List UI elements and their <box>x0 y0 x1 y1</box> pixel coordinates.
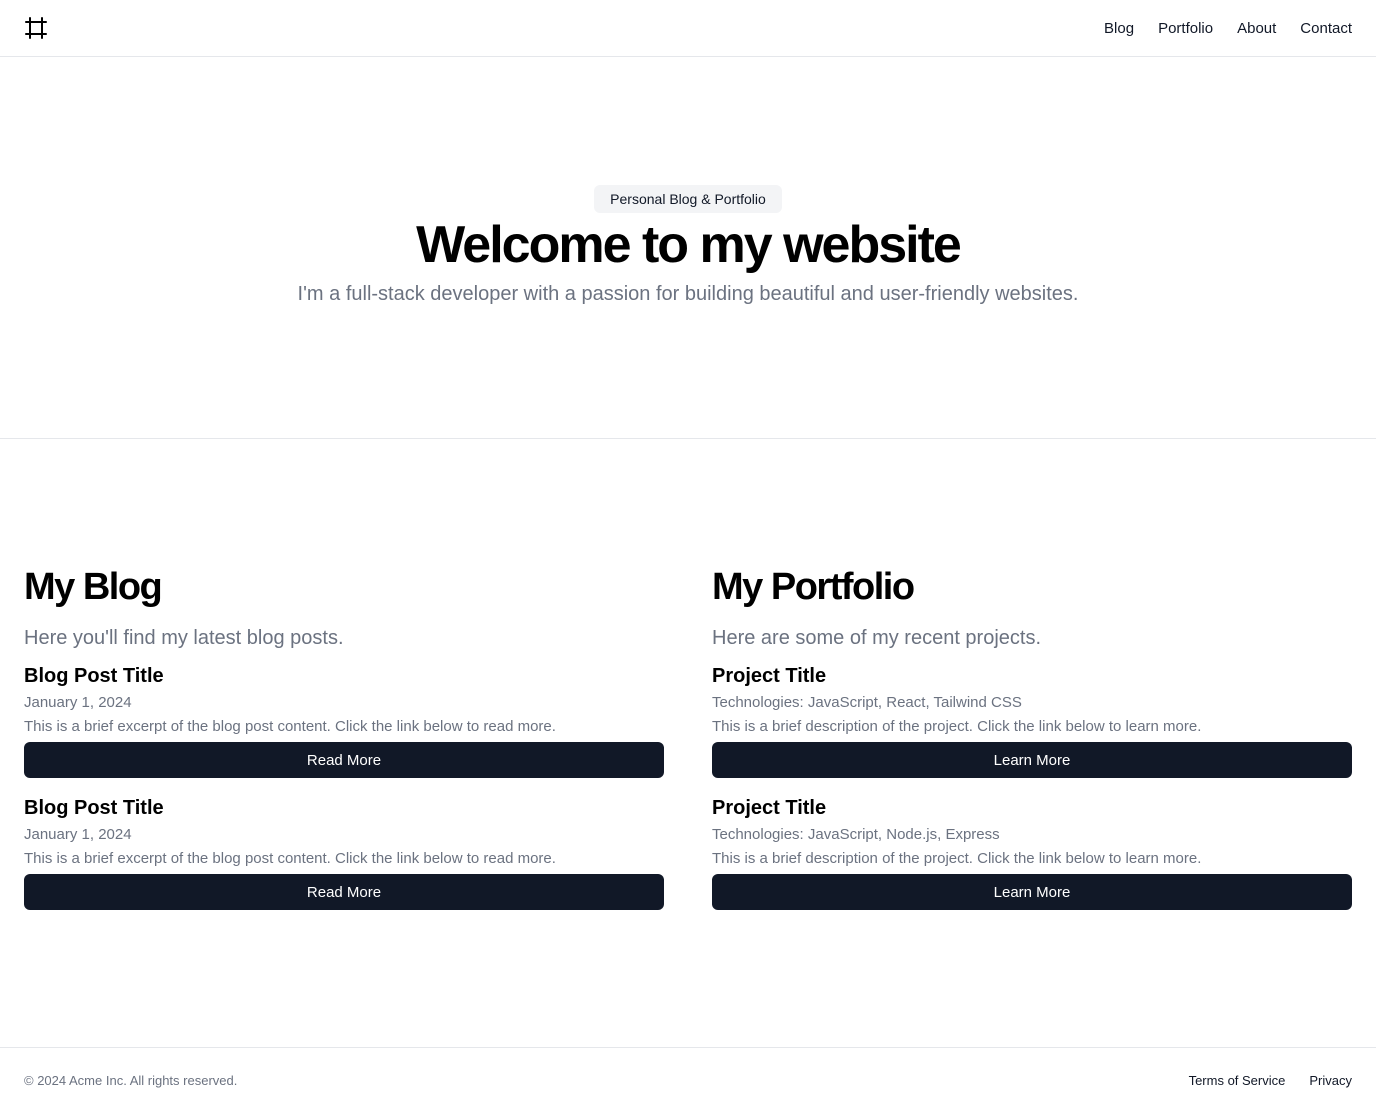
hero-subtitle: I'm a full-stack developer with a passio… <box>297 283 1079 305</box>
project-description: This is a brief description of the proje… <box>712 718 1202 735</box>
project-card: Project Title Technologies: JavaScript, … <box>712 793 1352 925</box>
footer-link-terms[interactable]: Terms of Service <box>1189 1072 1286 1090</box>
portfolio-section-subtitle: Here are some of my recent projects. <box>712 627 1042 649</box>
copyright-text: © 2024 Acme Inc. All rights reserved. <box>24 1073 238 1088</box>
portfolio-section-title: My Portfolio <box>712 566 915 608</box>
footer-nav: Terms of Service Privacy <box>1189 1072 1352 1090</box>
read-more-button[interactable]: Read More <box>24 874 664 910</box>
project-technologies: Technologies: JavaScript, React, Tailwin… <box>712 694 1022 711</box>
blog-post-excerpt: This is a brief excerpt of the blog post… <box>24 850 556 867</box>
learn-more-button[interactable]: Learn More <box>712 874 1352 910</box>
project-technologies: Technologies: JavaScript, Node.js, Expre… <box>712 826 1000 843</box>
footer-link-privacy[interactable]: Privacy <box>1309 1072 1352 1090</box>
project-card: Project Title Technologies: JavaScript, … <box>712 661 1352 793</box>
blog-post-card: Blog Post Title January 1, 2024 This is … <box>24 661 664 793</box>
learn-more-button[interactable]: Learn More <box>712 742 1352 778</box>
blog-section: My Blog Here you'll find my latest blog … <box>24 560 664 925</box>
nav-link-about[interactable]: About <box>1237 20 1276 37</box>
blog-post-list: Blog Post Title January 1, 2024 This is … <box>24 661 664 925</box>
read-more-button[interactable]: Read More <box>24 742 664 778</box>
blog-section-subtitle: Here you'll find my latest blog posts. <box>24 627 344 649</box>
main-nav: Blog Portfolio About Contact <box>1104 0 1352 56</box>
blog-post-date: January 1, 2024 <box>24 694 132 711</box>
frame-hash-icon <box>25 17 47 39</box>
blog-post-excerpt: This is a brief excerpt of the blog post… <box>24 718 556 735</box>
project-title: Project Title <box>712 665 827 687</box>
hero-badge: Personal Blog & Portfolio <box>594 185 782 213</box>
site-footer: © 2024 Acme Inc. All rights reserved. Te… <box>0 1047 1376 1112</box>
site-header: Blog Portfolio About Contact <box>0 0 1376 57</box>
nav-link-contact[interactable]: Contact <box>1300 20 1352 37</box>
blog-section-title: My Blog <box>24 566 163 608</box>
project-list: Project Title Technologies: JavaScript, … <box>712 661 1352 925</box>
portfolio-section: My Portfolio Here are some of my recent … <box>712 560 1352 925</box>
blog-post-card: Blog Post Title January 1, 2024 This is … <box>24 793 664 925</box>
blog-post-title: Blog Post Title <box>24 665 164 687</box>
blog-post-title: Blog Post Title <box>24 797 164 819</box>
nav-link-blog[interactable]: Blog <box>1104 20 1134 37</box>
project-title: Project Title <box>712 797 827 819</box>
hero-section: Personal Blog & Portfolio Welcome to my … <box>0 57 1376 439</box>
project-description: This is a brief description of the proje… <box>712 850 1202 867</box>
nav-link-portfolio[interactable]: Portfolio <box>1158 20 1213 37</box>
blog-post-date: January 1, 2024 <box>24 826 132 843</box>
hero-title: Welcome to my website <box>416 216 962 274</box>
